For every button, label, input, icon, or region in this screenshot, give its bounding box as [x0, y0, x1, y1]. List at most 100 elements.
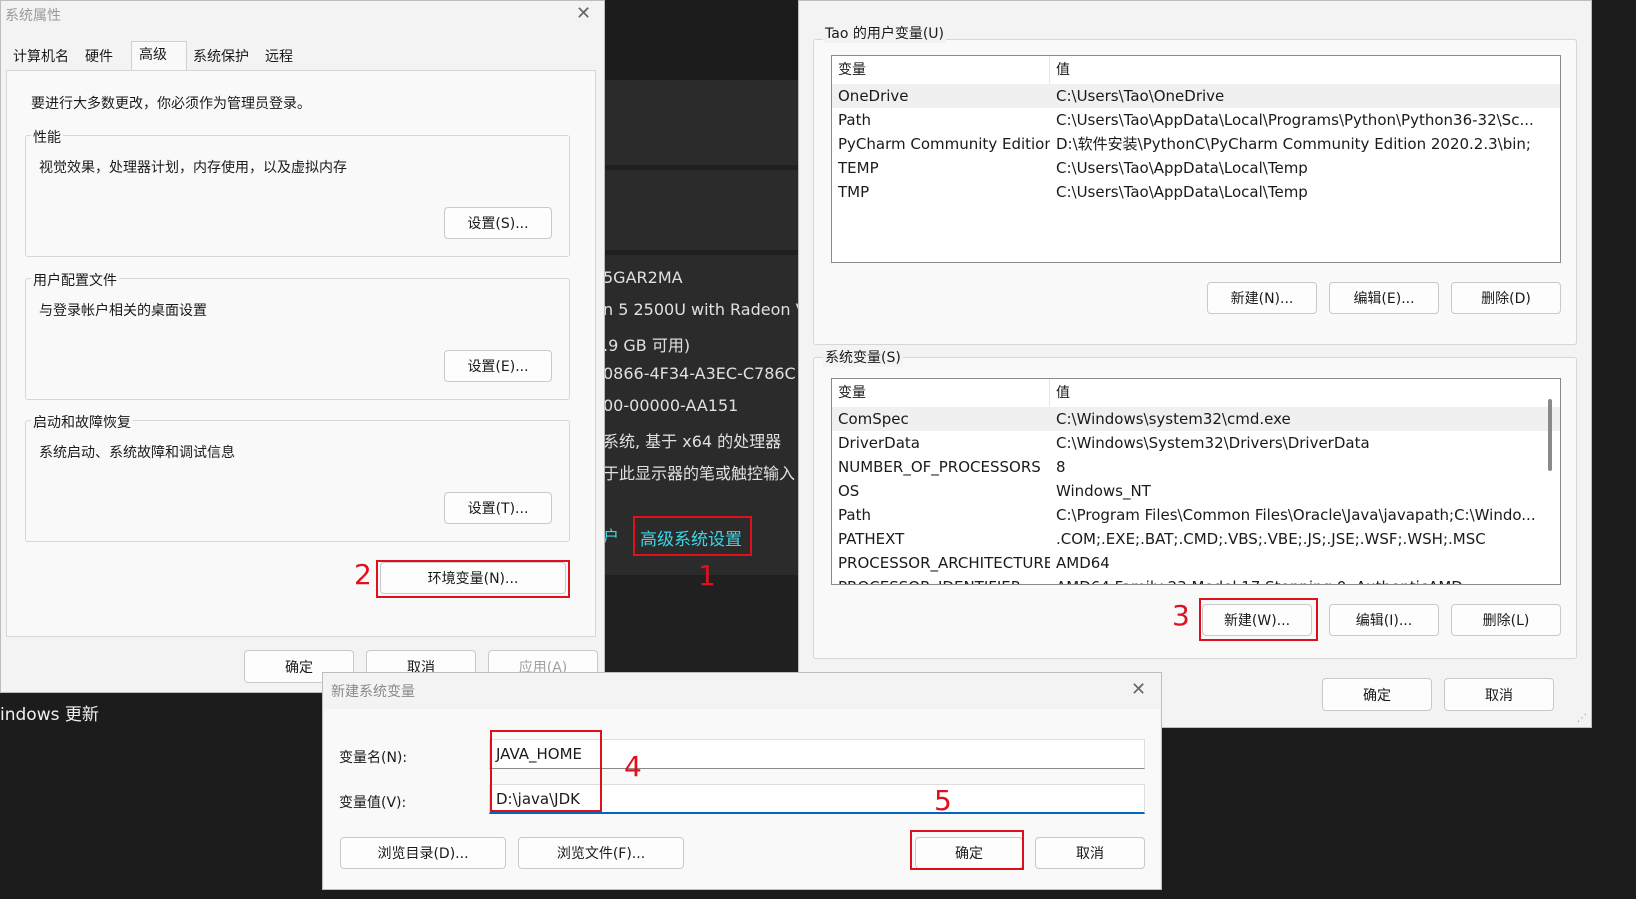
variable-value: .COM;.EXE;.BAT;.CMD;.VBS;.VBE;.JS;.JSE;.…	[1056, 530, 1486, 548]
user-variables-table[interactable]: 变量 值 OneDrive C:\Users\Tao\OneDrive Path C…	[831, 55, 1561, 263]
user-variables-label: Tao 的用户变量(U)	[823, 23, 946, 43]
annotation-box-4	[490, 730, 602, 812]
table-row[interactable]: PROCESSOR_IDENTIFIERAMD64 Family 23 Mode…	[832, 575, 1560, 584]
variable-value-label: 变量值(V):	[339, 795, 407, 811]
annotation-2: 2	[354, 558, 372, 591]
variable-name: Path	[838, 111, 871, 129]
startup-recovery-desc: 系统启动、系统故障和调试信息	[39, 445, 235, 461]
variable-value: AMD64 Family 23 Model 17 Stepping 0, Aut…	[1050, 575, 1560, 584]
environment-variables-dialog: Tao 的用户变量(U) 变量 值 OneDrive C:\Users\Tao\O…	[798, 0, 1592, 728]
variable-value: C:\Users\Tao\AppData\Local\Programs\Pyth…	[1056, 111, 1534, 129]
variable-value: C:\Windows\system32\cmd.exe	[1056, 410, 1291, 428]
table-row[interactable]: DriverData C:\Windows\System32\Drivers\Dr…	[832, 431, 1560, 455]
user-profiles-label: 用户配置文件	[31, 270, 119, 290]
background-card-1	[600, 80, 800, 165]
device-spec-line: 系统, 基于 x64 的处理器	[603, 432, 782, 451]
device-spec-line: 5GAR2MA	[603, 268, 683, 287]
variable-value: Windows_NT	[1056, 482, 1151, 500]
tab-hardware[interactable]: 硬件	[81, 45, 117, 69]
variable-name: OneDrive	[838, 87, 909, 105]
close-icon[interactable]: ✕	[1131, 679, 1146, 700]
column-header-value[interactable]: 值	[1050, 379, 1560, 407]
variable-value: D:\软件安装\PythonC\PyCharm Community Editio…	[1056, 135, 1531, 153]
user-edit-button[interactable]: 编辑(E)...	[1329, 282, 1439, 314]
variable-name: PROCESSOR_IDENTIFIER	[832, 575, 1050, 584]
table-header: 变量 值	[832, 379, 1560, 407]
windows-update-label[interactable]: indows 更新	[0, 700, 99, 725]
column-header-variable[interactable]: 变量	[832, 56, 1050, 84]
annotation-4: 4	[624, 750, 642, 783]
resize-grip-icon[interactable]: ⋰	[1577, 713, 1587, 724]
device-spec-line: 00-00000-AA151	[603, 396, 739, 415]
system-edit-button[interactable]: 编辑(I)...	[1329, 604, 1439, 636]
column-header-value[interactable]: 值	[1050, 56, 1560, 84]
variable-name: TEMP	[838, 159, 879, 177]
tab-system-protection[interactable]: 系统保护	[189, 45, 253, 69]
user-delete-button[interactable]: 删除(D)	[1451, 282, 1561, 314]
scrollbar-thumb[interactable]	[1548, 399, 1552, 471]
system-variables-table[interactable]: 变量 值 ComSpec C:\Windows\system32\cmd.exe …	[831, 378, 1561, 585]
browse-file-button[interactable]: 浏览文件(F)...	[518, 837, 684, 869]
dialog-title: 新建系统变量	[331, 684, 415, 700]
dialog-title: 系统属性	[5, 8, 61, 24]
variable-name: PROCESSOR_ARCHITECTURE	[838, 554, 1050, 572]
table-row[interactable]: OS Windows_NT	[832, 479, 1560, 503]
table-row[interactable]: Path C:\Users\Tao\AppData\Local\Programs\…	[832, 108, 1560, 132]
annotation-5: 5	[934, 784, 952, 817]
system-delete-button[interactable]: 删除(L)	[1451, 604, 1561, 636]
background-card-2	[600, 170, 800, 250]
table-header: 变量 值	[832, 56, 1560, 84]
user-new-button[interactable]: 新建(N)...	[1207, 282, 1317, 314]
system-variables-label: 系统变量(S)	[823, 347, 903, 367]
table-row[interactable]: PROCESSOR_ARCHITECTURE AMD64	[832, 551, 1560, 575]
related-link-partial[interactable]: 户	[603, 523, 619, 547]
startup-recovery-label: 启动和故障恢复	[31, 412, 133, 432]
variable-value: 8	[1056, 458, 1066, 476]
device-spec-line: n 5 2500U with Radeon V	[603, 300, 807, 319]
tab-remote[interactable]: 远程	[261, 45, 297, 69]
table-row[interactable]: NUMBER_OF_PROCESSORS 8	[832, 455, 1560, 479]
annotation-box-1	[633, 516, 752, 556]
column-header-variable[interactable]: 变量	[832, 379, 1050, 407]
annotation-3: 3	[1172, 599, 1190, 632]
browse-directory-button[interactable]: 浏览目录(D)...	[340, 837, 506, 869]
new-system-variable-dialog: 新建系统变量 ✕ 变量名(N): JAVA_HOME 变量值(V): D:\ja…	[322, 672, 1162, 890]
variable-value: C:\Users\Tao\AppData\Local\Temp	[1056, 183, 1308, 201]
performance-label: 性能	[31, 127, 63, 147]
variable-name: DriverData	[838, 434, 920, 452]
annotation-box-5	[910, 830, 1024, 870]
variable-name: PATHEXT	[838, 530, 905, 548]
new-var-cancel-button[interactable]: 取消	[1035, 837, 1145, 869]
variable-name: Path	[838, 506, 871, 524]
tab-computer-name[interactable]: 计算机名	[9, 45, 73, 69]
env-cancel-button[interactable]: 取消	[1444, 678, 1554, 711]
env-ok-button[interactable]: 确定	[1322, 678, 1432, 711]
device-spec-line: 0866-4F34-A3EC-C786C	[603, 364, 796, 383]
table-row[interactable]: OneDrive C:\Users\Tao\OneDrive	[832, 84, 1560, 108]
variable-value: C:\Windows\System32\Drivers\DriverData	[1056, 434, 1370, 452]
variable-name: ComSpec	[838, 410, 909, 428]
variable-value: AMD64	[1056, 554, 1110, 572]
variable-name: OS	[838, 482, 860, 500]
startup-recovery-settings-button[interactable]: 设置(T)...	[444, 492, 552, 524]
table-row[interactable]: TEMP C:\Users\Tao\AppData\Local\Temp	[832, 156, 1560, 180]
performance-settings-button[interactable]: 设置(S)...	[444, 207, 552, 239]
variable-name: PyCharm Community Edition	[838, 135, 1050, 153]
annotation-box-2	[376, 560, 570, 598]
admin-note: 要进行大多数更改，你必须作为管理员登录。	[31, 96, 311, 112]
annotation-box-3	[1199, 598, 1318, 641]
variable-value: C:\Users\Tao\OneDrive	[1056, 87, 1225, 105]
table-row[interactable]: PyCharm Community Edition D:\软件安装\PythonC…	[832, 132, 1560, 156]
close-icon[interactable]: ✕	[576, 3, 591, 24]
variable-name: TMP	[838, 183, 870, 201]
device-spec-line: 于此显示器的笔或触控输入	[603, 464, 796, 483]
table-row[interactable]: Path C:\Program Files\Common Files\Oracle…	[832, 503, 1560, 527]
table-row[interactable]: PATHEXT .COM;.EXE;.BAT;.CMD;.VBS;.VBE;.JS…	[832, 527, 1560, 551]
variable-value: C:\Program Files\Common Files\Oracle\Jav…	[1056, 506, 1536, 524]
variable-value: C:\Users\Tao\AppData\Local\Temp	[1056, 159, 1308, 177]
table-row[interactable]: TMP C:\Users\Tao\AppData\Local\Temp	[832, 180, 1560, 204]
table-row[interactable]: ComSpec C:\Windows\system32\cmd.exe	[832, 407, 1560, 431]
variable-name-label: 变量名(N):	[339, 750, 408, 766]
tab-advanced[interactable]: 高级	[135, 43, 171, 67]
user-profiles-settings-button[interactable]: 设置(E)...	[444, 350, 552, 382]
